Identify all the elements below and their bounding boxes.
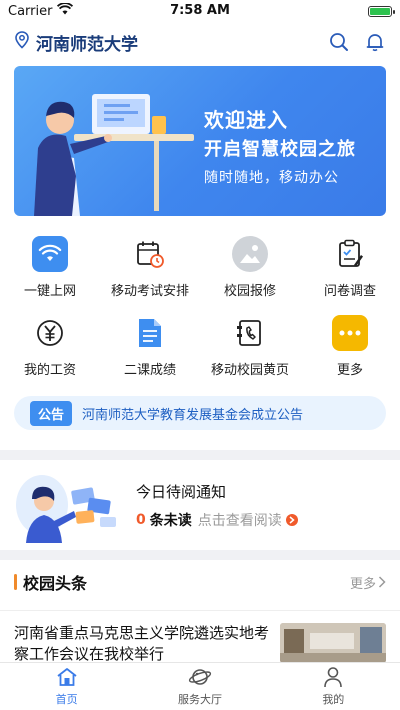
repair-icon xyxy=(232,236,268,272)
banner-subtitle: 开启智慧校园之旅 xyxy=(204,139,356,160)
news-section-title: 校园头条 xyxy=(23,574,88,593)
home-icon xyxy=(55,666,79,688)
pending-notice-card[interactable]: 今日待阅通知 0 条未读 点击查看阅读 xyxy=(0,460,400,550)
grid-label: 更多 xyxy=(336,363,363,378)
banner-title: 欢迎进入 xyxy=(204,108,288,132)
notice-bar[interactable]: 公告 河南师范大学教育发展基金会成立公告 xyxy=(14,396,386,430)
grid-label: 校园报修 xyxy=(223,284,276,299)
grid-item-exam-schedule[interactable]: 移动考试安排 xyxy=(100,236,200,299)
bell-icon[interactable] xyxy=(364,31,386,53)
page-title: 河南师范大学 xyxy=(36,34,138,55)
grid-label: 二课成绩 xyxy=(123,363,176,378)
tab-label: 我的 xyxy=(322,693,345,706)
tab-service-hall[interactable]: 服务大厅 xyxy=(133,663,266,710)
grid-item-repair[interactable]: 校园报修 xyxy=(200,236,300,299)
service-grid: 一键上网 移动考试安排 校园报修 问卷调查 我的工资 二课成绩 移动校园黄页 更… xyxy=(0,216,400,378)
grid-item-wifi[interactable]: 一键上网 xyxy=(0,236,100,299)
user-icon xyxy=(321,666,345,688)
pending-title: 今日待阅通知 xyxy=(136,482,227,501)
grid-item-salary[interactable]: 我的工资 xyxy=(0,315,100,378)
more-label: 更多 xyxy=(349,576,376,592)
notice-tag: 公告 xyxy=(30,400,73,426)
calendar-clock-icon xyxy=(132,236,168,272)
reading-illustration xyxy=(16,475,116,543)
status-time: 7:58 AM xyxy=(170,3,230,18)
tab-label: 首页 xyxy=(55,693,78,706)
bottom-tab-bar: 首页 服务大厅 我的 xyxy=(0,662,400,710)
banner-illustration xyxy=(34,94,194,216)
wifi-icon xyxy=(32,236,68,272)
more-link[interactable]: 更多 xyxy=(350,573,386,592)
clipboard-check-icon xyxy=(332,236,368,272)
grid-item-second-class-score[interactable]: 二课成绩 xyxy=(100,315,200,378)
app-header: 河南师范大学 xyxy=(0,22,400,62)
pending-status: 0 条未读 点击查看阅读 xyxy=(136,510,298,530)
document-icon xyxy=(132,315,168,351)
grid-item-more[interactable]: 更多 xyxy=(300,315,400,378)
view-link[interactable]: 点击查看阅读 xyxy=(198,510,282,530)
banner-caption: 随时随地，移动办公 xyxy=(204,170,339,186)
status-bar: Carrier 7:58 AM xyxy=(0,0,400,22)
yen-icon xyxy=(32,315,68,351)
news-item-title: 河南省重点马克思主义学院遴选实地考察工作会议在我校举行 xyxy=(14,624,270,663)
unread-label: 条未读 xyxy=(149,512,192,529)
section-divider xyxy=(0,550,400,560)
banner-text: 欢迎进入 开启智慧校园之旅 随时随地，移动办公 xyxy=(204,104,356,187)
planet-icon xyxy=(188,666,212,688)
pending-info: 今日待阅通知 0 条未读 点击查看阅读 xyxy=(136,481,298,530)
location-icon[interactable] xyxy=(14,31,30,53)
section-divider xyxy=(0,450,400,460)
news-thumbnail xyxy=(280,623,386,663)
search-icon[interactable] xyxy=(328,31,350,53)
tab-label: 服务大厅 xyxy=(177,693,222,706)
phone-book-icon xyxy=(232,315,268,351)
more-icon xyxy=(332,315,368,351)
news-item[interactable]: 河南省重点马克思主义学院遴选实地考察工作会议在我校举行 xyxy=(0,610,400,665)
news-header: 校园头条 更多 xyxy=(0,560,400,604)
section-accent-bar xyxy=(14,574,17,590)
grid-item-yellow-pages[interactable]: 移动校园黄页 xyxy=(200,315,300,378)
tab-mine[interactable]: 我的 xyxy=(267,663,400,710)
grid-label: 问卷调查 xyxy=(323,284,376,299)
grid-label: 我的工资 xyxy=(23,363,76,378)
battery-icon xyxy=(368,5,395,17)
unread-count: 0 xyxy=(136,511,146,528)
grid-label: 移动校园黄页 xyxy=(210,363,289,378)
grid-label: 一键上网 xyxy=(23,284,76,299)
grid-item-survey[interactable]: 问卷调查 xyxy=(300,236,400,299)
tab-home[interactable]: 首页 xyxy=(0,663,133,710)
notice-text[interactable]: 河南师范大学教育发展基金会成立公告 xyxy=(82,404,303,423)
banner[interactable]: 欢迎进入 开启智慧校园之旅 随时随地，移动办公 xyxy=(14,66,386,216)
chevron-right-icon xyxy=(378,576,386,588)
chevron-right-icon[interactable] xyxy=(285,513,298,526)
grid-label: 移动考试安排 xyxy=(110,284,189,299)
